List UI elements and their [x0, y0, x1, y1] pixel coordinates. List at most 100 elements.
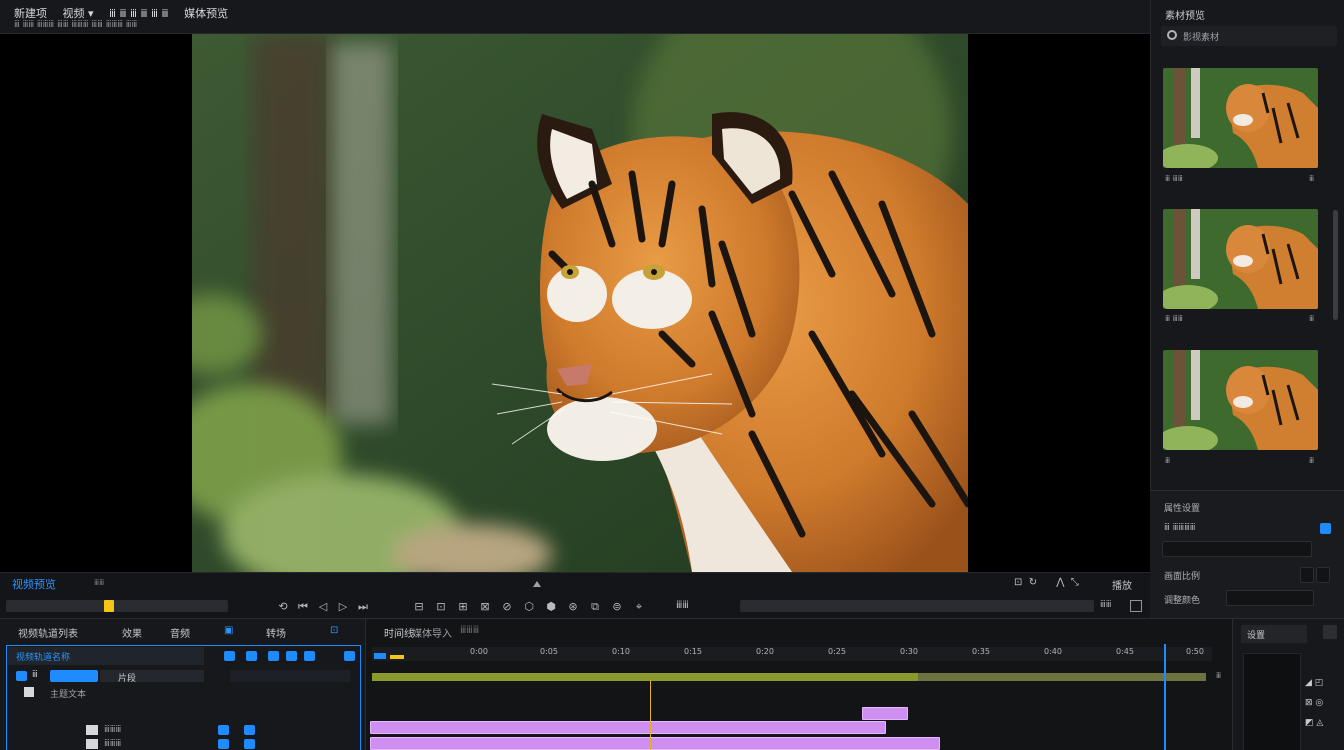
inspector-row-1: ⅲ ⅲⅲⅲⅲ: [1164, 523, 1196, 533]
inspector-small-toggle-2[interactable]: [1316, 567, 1330, 583]
inspector-input-field[interactable]: [1162, 541, 1312, 557]
track-options-bar[interactable]: [230, 670, 350, 682]
video-frame-tiger: [192, 34, 968, 572]
speed-icon[interactable]: ⊜: [610, 600, 624, 613]
track-clip-field[interactable]: [100, 670, 204, 682]
mute-icon[interactable]: ⊘: [500, 600, 514, 613]
tab-extra[interactable]: ⅲⅲⅲ: [460, 625, 479, 636]
thumbnail-2[interactable]: [1163, 209, 1318, 309]
tab-transitions[interactable]: 转场: [266, 625, 286, 640]
settings-panel: 设置 ◢ ◰ ⊠ ◎ ◩ ◬: [1232, 618, 1344, 750]
tab-track-list[interactable]: 视频轨道列表: [18, 625, 78, 640]
skip-forward-icon[interactable]: ⏭: [356, 600, 370, 614]
collapse-icon[interactable]: [533, 581, 541, 587]
track-row-2-lock-icon[interactable]: [244, 739, 255, 749]
transport-right-icons[interactable]: ⊡ ↻ ⋀ ⤡: [1014, 577, 1079, 588]
tab-effects[interactable]: 效果: [122, 625, 142, 640]
thumbnail-1[interactable]: [1163, 68, 1318, 168]
fit-icon: ⤡: [1070, 577, 1079, 588]
settings-close-icon[interactable]: [1323, 625, 1337, 639]
preview-panel-scrollbar[interactable]: [1333, 210, 1338, 320]
zoom-slider[interactable]: [740, 600, 1094, 612]
thumbnail-2-duration: ⅲ: [1309, 314, 1315, 323]
settings-preview-box: [1243, 653, 1301, 750]
track-row-label: ⅲ: [32, 670, 38, 680]
track-name-label: 视频轨道名称: [16, 653, 71, 663]
copy-icon[interactable]: ⧉: [588, 600, 602, 614]
settings-icons[interactable]: ◢ ◰ ⊠ ◎ ◩ ◬: [1305, 673, 1323, 733]
tiger-thumbnail-image: [1163, 209, 1318, 309]
settings-title: 设置: [1247, 631, 1266, 641]
in-marker[interactable]: [374, 653, 386, 659]
split-icon[interactable]: ⊟: [412, 600, 426, 613]
refresh-icon: ↻: [1028, 577, 1038, 588]
color-icon[interactable]: ⊛: [566, 600, 580, 613]
thumbnail-1-duration: ⅲ: [1309, 174, 1315, 183]
ruler-tick: 0:35: [972, 647, 990, 656]
panel-menu-icon[interactable]: ⊡: [330, 625, 338, 636]
filter-icon[interactable]: ⬢: [544, 600, 558, 613]
fullscreen-icon[interactable]: [1130, 600, 1142, 612]
inspector-small-toggle-1[interactable]: [1300, 567, 1314, 583]
tab-timeline[interactable]: 时间线: [384, 625, 414, 640]
transport-label: ⅲⅲ: [94, 578, 105, 587]
effect-icon[interactable]: ⬡: [522, 600, 536, 613]
timeline-clip-upper[interactable]: [862, 707, 908, 720]
undo-icon[interactable]: ⟲: [276, 600, 290, 613]
timeline-ruler[interactable]: [372, 647, 1212, 661]
thumbnail-2-caption: ⅲ ⅲⅲ: [1165, 314, 1183, 323]
track-audio-icon[interactable]: [286, 651, 297, 661]
skip-back-icon[interactable]: ⏮: [296, 600, 310, 614]
menu-new-item[interactable]: 新建项: [14, 7, 47, 20]
track-volume-slider[interactable]: [50, 670, 98, 682]
preview-panel-source[interactable]: 影视素材: [1161, 26, 1337, 46]
inspector-toggle-checkbox[interactable]: [1320, 523, 1331, 534]
track-folder-icon[interactable]: [16, 671, 27, 681]
track-lock-icon[interactable]: [224, 651, 235, 661]
scrub-handle[interactable]: [104, 600, 114, 612]
step-back-icon[interactable]: ◁: [316, 600, 330, 613]
track-row-1-lock-icon[interactable]: [244, 725, 255, 735]
tab-media-import[interactable]: 媒体导入: [412, 625, 452, 640]
playhead[interactable]: [650, 680, 651, 750]
track-more-icon[interactable]: [344, 651, 355, 661]
track-row-1-eye-icon[interactable]: [218, 725, 229, 735]
top-toolbar: 新建项 视频 ▾ ⅲ ⅲ ⅲ ⅲ ⅲ ⅲ 媒体预览 ⅲ ⅲⅲ ⅲⅲⅲ ⅲⅲ ⅲⅲ…: [0, 0, 1150, 34]
target-icon[interactable]: ⌖: [632, 600, 646, 614]
timeline-clip-main[interactable]: [370, 721, 886, 734]
range-marker[interactable]: [390, 655, 404, 659]
tiger-thumbnail-image: [1163, 68, 1318, 168]
top-menu: 新建项 视频 ▾ ⅲ ⅲ ⅲ ⅲ ⅲ ⅲ 媒体预览: [14, 5, 240, 21]
menu-misc[interactable]: ⅲ ⅲ ⅲ ⅲ ⅲ ⅲ: [109, 7, 169, 20]
track-eye-icon[interactable]: [246, 651, 257, 661]
delete-icon[interactable]: ⊠: [478, 600, 492, 613]
inspector-title: 属性设置: [1164, 504, 1201, 514]
inspector-color-field[interactable]: [1226, 590, 1314, 606]
transport-extra-label: ⅲⅲ: [676, 600, 689, 611]
video-viewer[interactable]: [0, 34, 1150, 572]
out-marker-line[interactable]: [1164, 644, 1166, 750]
track-row-2-eye-icon[interactable]: [218, 739, 229, 749]
track-link-icon[interactable]: [268, 651, 279, 661]
menu-media-preview[interactable]: 媒体预览: [184, 7, 228, 20]
thumbnail-3-caption: ⅲ: [1165, 456, 1171, 465]
tab-audio[interactable]: 音频: [170, 625, 190, 640]
subtrack-checkbox[interactable]: [24, 687, 34, 697]
track-effect-icon[interactable]: [304, 651, 315, 661]
subtrack-label: 主题文本: [50, 690, 87, 700]
ruler-tick: 0:25: [828, 647, 846, 656]
audio-track-end-label: ⅲ: [1216, 671, 1222, 680]
crop-icon[interactable]: ⊡: [434, 600, 448, 613]
inspector-row-3: 调整颜色: [1164, 596, 1201, 606]
add-icon[interactable]: ⊞: [456, 600, 470, 613]
menu-video[interactable]: 视频 ▾: [63, 7, 94, 20]
play-icon[interactable]: ▷: [336, 600, 350, 613]
transport-bar: 视频预览 ⅲⅲ ⊡ ↻ ⋀ ⤡ 播放 ⟲ ⏮ ◁ ▷ ⏭ ⊟ ⊡ ⊞ ⊠ ⊘ ⬡…: [0, 572, 1150, 618]
tiger-image: [192, 34, 968, 572]
layers-icon[interactable]: ▣: [224, 625, 233, 636]
thumbnail-3[interactable]: [1163, 350, 1318, 450]
scrub-bar[interactable]: [6, 600, 228, 612]
ruler-tick: 0:05: [540, 647, 558, 656]
track-row-2-thumb: [86, 739, 98, 749]
timeline-clip-lower[interactable]: [370, 737, 940, 750]
